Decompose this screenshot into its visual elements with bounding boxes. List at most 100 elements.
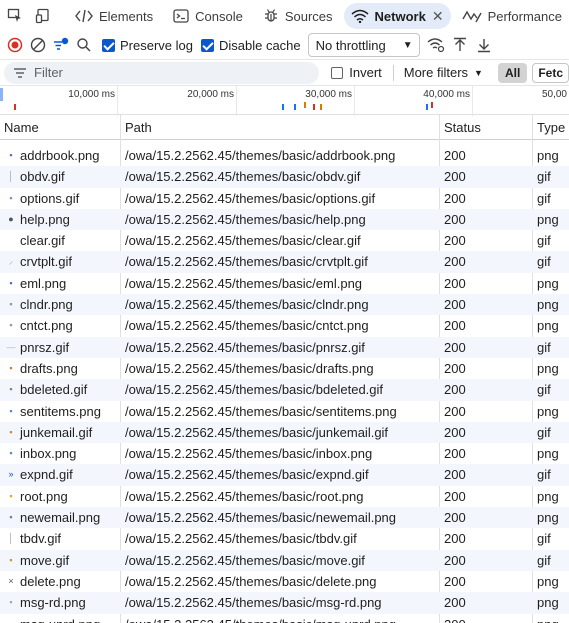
table-row[interactable]: — pnrsz.gif/owa/15.2.2562.45/themes/basic… bbox=[0, 336, 569, 358]
table-row[interactable]: ▪ msg-rd.png/owa/15.2.2562.45/themes/basi… bbox=[0, 592, 569, 614]
table-row[interactable]: ▪ junkemail.gif/owa/15.2.2562.45/themes/b… bbox=[0, 421, 569, 444]
tab-sources[interactable]: Sources bbox=[256, 3, 340, 29]
table-row[interactable]: clear.gif/owa/15.2.2562.45/themes/basic/… bbox=[0, 230, 569, 251]
request-status: 200 bbox=[444, 446, 466, 462]
request-status: 200 bbox=[444, 233, 466, 249]
table-row[interactable]: ▪ options.gif/owa/15.2.2562.45/themes/bas… bbox=[0, 188, 569, 209]
table-row[interactable]: ● help.png/owa/15.2.2562.45/themes/basic/… bbox=[0, 208, 569, 231]
column-header-name[interactable]: Name bbox=[2, 115, 39, 140]
console-icon bbox=[173, 9, 189, 23]
request-path: /owa/15.2.2562.45/themes/basic/crvtplt.g… bbox=[125, 254, 368, 270]
table-row[interactable]: ▪ newemail.png/owa/15.2.2562.45/themes/ba… bbox=[0, 507, 569, 529]
options-icon: ▪ bbox=[9, 192, 13, 203]
table-row[interactable]: ▪msg-unrd.png/owa/15.2.2562.45/themes/ba… bbox=[0, 614, 569, 623]
request-type: gif bbox=[537, 233, 551, 249]
request-type: gif bbox=[537, 382, 551, 398]
timeline-range-handle[interactable] bbox=[0, 88, 3, 101]
column-header-status[interactable]: Status bbox=[442, 115, 481, 140]
table-row[interactable]: ▪ drafts.png/owa/15.2.2562.45/themes/basi… bbox=[0, 358, 569, 379]
timeline-activity-bar bbox=[320, 104, 322, 110]
table-row[interactable]: × delete.png/owa/15.2.2562.45/themes/basi… bbox=[0, 571, 569, 592]
invert-label: Invert bbox=[349, 65, 382, 80]
request-name: sentitems.png bbox=[20, 403, 101, 419]
request-name: pnrsz.gif bbox=[20, 339, 70, 355]
table-row[interactable]: ▪ addrbook.png/owa/15.2.2562.45/themes/ba… bbox=[0, 145, 569, 166]
request-path: /owa/15.2.2562.45/themes/basic/eml.png bbox=[125, 275, 363, 291]
request-type: png bbox=[537, 595, 559, 611]
request-status: 200 bbox=[444, 360, 466, 376]
request-path: /owa/15.2.2562.45/themes/basic/msg-rd.pn… bbox=[125, 595, 382, 611]
table-row[interactable]: ▪ bdeleted.gif/owa/15.2.2562.45/themes/ba… bbox=[0, 379, 569, 401]
filter-all-button[interactable]: All bbox=[497, 62, 528, 83]
table-row[interactable]: │ tbdv.gif/owa/15.2.2562.45/themes/basic/… bbox=[0, 528, 569, 549]
export-har-icon[interactable] bbox=[474, 34, 494, 56]
table-row[interactable]: ▪ clndr.png/owa/15.2.2562.45/themes/basic… bbox=[0, 294, 569, 316]
request-name: move.gif bbox=[20, 552, 70, 568]
table-row[interactable]: ▪ root.png/owa/15.2.2562.45/themes/basic/… bbox=[0, 486, 569, 507]
table-row[interactable]: ⸝ crvtplt.gif/owa/15.2.2562.45/themes/bas… bbox=[0, 251, 569, 273]
divider-icon: │ bbox=[8, 171, 14, 182]
record-icon[interactable] bbox=[5, 34, 25, 56]
table-row[interactable]: ▪ eml.png/owa/15.2.2562.45/themes/basic/e… bbox=[0, 273, 569, 294]
filter-fetch-button[interactable]: Fetc bbox=[532, 62, 569, 83]
request-type: png bbox=[537, 614, 569, 623]
request-path: /owa/15.2.2562.45/themes/basic/cntct.png bbox=[125, 318, 369, 334]
filter-input[interactable]: Filter bbox=[4, 61, 320, 84]
preserve-log-checkbox[interactable]: Preserve log bbox=[102, 38, 193, 53]
resize-icon: — bbox=[6, 341, 16, 352]
request-type: png bbox=[537, 573, 559, 589]
tab-performance[interactable]: Performance bbox=[455, 3, 569, 29]
tab-network[interactable]: Network ✕ bbox=[343, 3, 451, 29]
timeline-activity-bar bbox=[426, 104, 428, 110]
request-status: 200 bbox=[444, 614, 532, 623]
tab-elements[interactable]: Elements bbox=[68, 3, 160, 29]
request-name: junkemail.gif bbox=[20, 424, 93, 440]
device-toolbar-icon[interactable] bbox=[32, 5, 54, 27]
table-row[interactable]: ▪ cntct.png/owa/15.2.2562.45/themes/basic… bbox=[0, 315, 569, 336]
request-status: 200 bbox=[444, 190, 466, 206]
junk-icon: ▪ bbox=[9, 426, 13, 437]
name-cell: ▪ drafts.png bbox=[4, 358, 122, 379]
name-cell: ▪ clndr.png bbox=[4, 294, 122, 315]
timeline-label: 40,000 ms bbox=[423, 89, 470, 100]
request-status: 200 bbox=[444, 275, 466, 291]
network-conditions-icon[interactable] bbox=[426, 34, 446, 56]
inspect-element-icon[interactable] bbox=[4, 5, 26, 27]
root-icon: ▪ bbox=[9, 490, 13, 501]
wifi-icon bbox=[351, 9, 369, 23]
more-filters-dropdown[interactable]: More filters ▼ bbox=[404, 65, 483, 80]
table-row[interactable]: ▪ sentitems.png/owa/15.2.2562.45/themes/b… bbox=[0, 401, 569, 422]
tab-console[interactable]: Console bbox=[166, 3, 250, 29]
move-icon: ▪ bbox=[9, 554, 13, 565]
more-filters-label: More filters bbox=[403, 65, 469, 80]
filter-settings-icon[interactable] bbox=[51, 34, 71, 56]
table-row[interactable]: │ obdv.gif/owa/15.2.2562.45/themes/basic/… bbox=[0, 166, 569, 188]
filter-placeholder: Filter bbox=[34, 65, 63, 80]
timeline-activity-bar bbox=[14, 104, 16, 110]
search-icon[interactable] bbox=[74, 34, 94, 56]
request-path: /owa/15.2.2562.45/themes/basic/options.g… bbox=[125, 190, 376, 206]
sent-icon: ▪ bbox=[9, 405, 13, 416]
request-status: 200 bbox=[444, 595, 466, 611]
column-header-type[interactable]: Type bbox=[535, 115, 565, 140]
throttling-select[interactable]: No throttling ▼ bbox=[307, 33, 420, 57]
network-overview-timeline[interactable]: 10,000 ms 20,000 ms 30,000 ms 40,000 ms … bbox=[0, 85, 569, 116]
name-cell: ▪ newemail.png bbox=[4, 507, 122, 528]
email-icon: ▪ bbox=[9, 277, 13, 288]
table-row[interactable]: ▪ move.gif/owa/15.2.2562.45/themes/basic/… bbox=[0, 549, 569, 571]
table-row[interactable]: » expnd.gif/owa/15.2.2562.45/themes/basic… bbox=[0, 464, 569, 486]
clear-log-icon[interactable] bbox=[28, 34, 48, 56]
invert-checkbox[interactable]: Invert bbox=[331, 65, 382, 80]
request-type: png bbox=[537, 360, 559, 376]
checkbox-checked-icon bbox=[102, 38, 115, 52]
name-cell: ▪ addrbook.png bbox=[4, 145, 122, 166]
column-header-path[interactable]: Path bbox=[123, 115, 152, 140]
table-row[interactable]: ▪ inbox.png/owa/15.2.2562.45/themes/basic… bbox=[0, 443, 569, 464]
close-icon[interactable]: ✕ bbox=[432, 8, 444, 25]
request-path: /owa/15.2.2562.45/themes/basic/delete.pn… bbox=[125, 573, 377, 589]
expand-icon: » bbox=[8, 469, 14, 480]
message-read-icon: ▪ bbox=[9, 597, 13, 608]
disable-cache-checkbox[interactable]: Disable cache bbox=[200, 38, 301, 53]
import-har-icon[interactable] bbox=[450, 34, 470, 56]
preserve-log-label: Preserve log bbox=[120, 37, 193, 53]
